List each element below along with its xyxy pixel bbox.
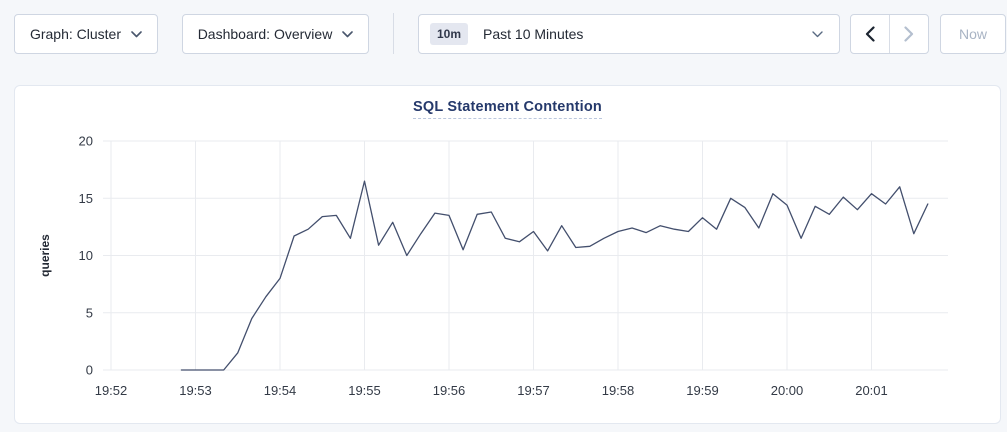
- x-tick-label: 19:55: [348, 383, 381, 398]
- chevron-down-icon: [342, 31, 353, 38]
- dashboard-dropdown-label: Dashboard: Overview: [198, 26, 333, 42]
- graph-dropdown-label: Graph: Cluster: [30, 26, 121, 42]
- y-tick-label: 10: [79, 248, 93, 263]
- now-button-label: Now: [959, 26, 987, 42]
- now-button[interactable]: Now: [940, 14, 1006, 54]
- chevron-right-icon: [904, 26, 914, 42]
- x-tick-label: 19:59: [686, 383, 719, 398]
- dashboard-dropdown[interactable]: Dashboard: Overview: [182, 14, 369, 54]
- next-time-button[interactable]: [890, 15, 928, 53]
- chart-panel: SQL Statement Contention 0 5 10 15 20 19:52 19…: [14, 85, 1001, 424]
- prev-time-button[interactable]: [851, 15, 890, 53]
- y-axis-title: queries: [38, 234, 52, 277]
- sql-contention-line-chart[interactable]: 0 5 10 15 20 19:52 19:53 19:54 19:55 19:56 19:57 19…: [15, 126, 1000, 416]
- x-tick-label: 19:56: [433, 383, 466, 398]
- chart-title[interactable]: SQL Statement Contention: [413, 99, 602, 119]
- y-tick-label: 20: [79, 134, 93, 149]
- chart-title-row: SQL Statement Contention: [15, 98, 1000, 120]
- y-tick-label: 5: [86, 305, 93, 320]
- y-tick-label: 15: [79, 191, 93, 206]
- chevron-down-icon: [131, 31, 142, 38]
- y-tick-label: 0: [86, 363, 93, 378]
- time-window-badge: 10m: [430, 23, 468, 45]
- graph-dropdown[interactable]: Graph: Cluster: [14, 14, 158, 54]
- x-tick-label: 19:54: [264, 383, 297, 398]
- x-tick-label: 20:01: [855, 383, 888, 398]
- x-tick-label: 19:53: [179, 383, 212, 398]
- x-tick-label: 19:58: [602, 383, 635, 398]
- time-step-button-group: [850, 14, 929, 54]
- x-tick-label: 19:52: [95, 383, 128, 398]
- x-tick-label: 20:00: [771, 383, 804, 398]
- time-range-label: Past 10 Minutes: [483, 26, 583, 42]
- toolbar-divider: [393, 13, 394, 54]
- chevron-down-icon: [812, 31, 823, 38]
- x-tick-label: 19:57: [517, 383, 550, 398]
- chevron-left-icon: [865, 26, 875, 42]
- time-range-selector[interactable]: 10m Past 10 Minutes: [418, 14, 840, 54]
- series-line: [181, 181, 927, 370]
